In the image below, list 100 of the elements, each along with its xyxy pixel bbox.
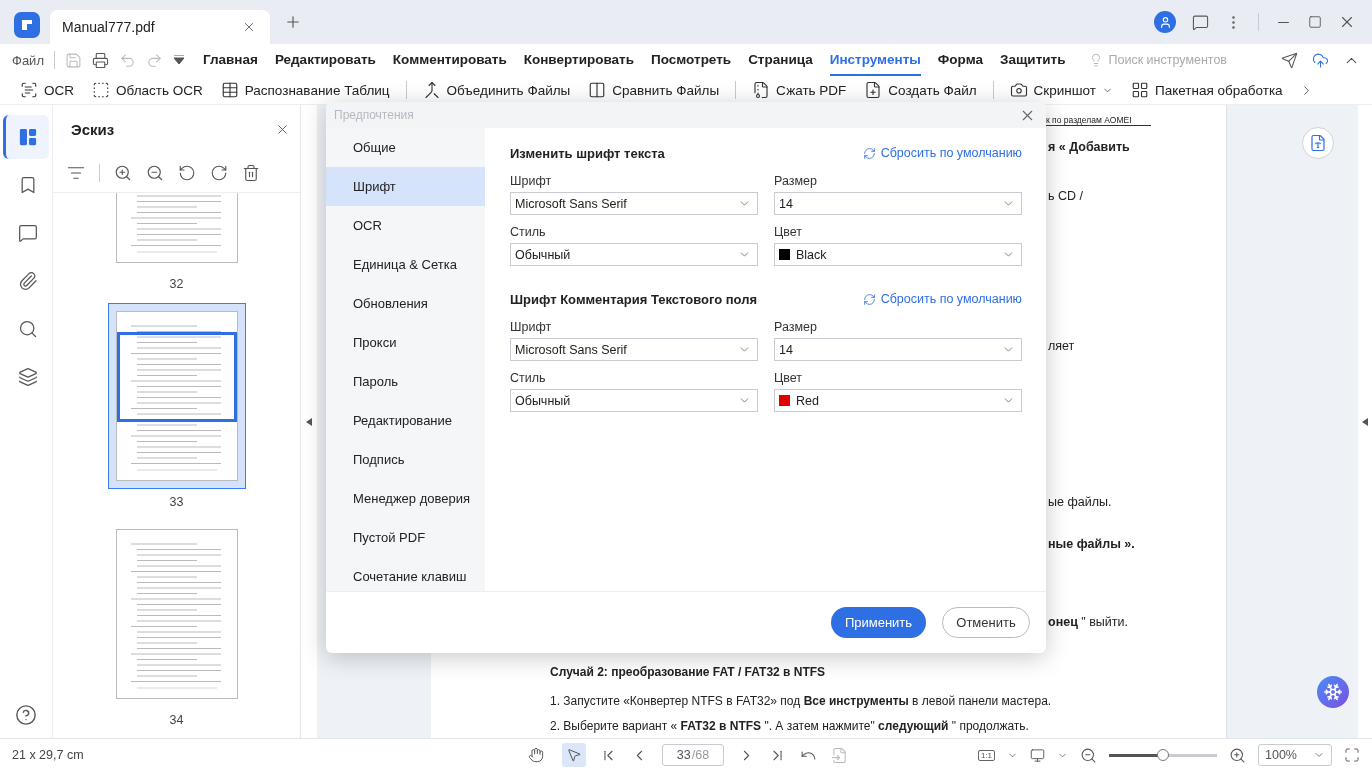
dropdown-icon[interactable] xyxy=(172,55,185,65)
collapse-arrow-icon[interactable] xyxy=(306,417,312,426)
field-label: Размер xyxy=(774,320,818,334)
app-logo xyxy=(14,12,40,38)
apply-button[interactable]: Применить xyxy=(831,607,926,638)
tab-title: Manual777.pdf xyxy=(62,19,155,35)
document-text: ляет xyxy=(1048,339,1075,355)
settings-nav-item[interactable]: Прокси xyxy=(326,323,485,362)
snowflake-icon xyxy=(1322,682,1343,702)
file-archive-icon xyxy=(752,81,771,99)
field-label: Цвет xyxy=(774,225,803,239)
settings-nav-item[interactable]: Шрифт xyxy=(326,167,485,206)
upload-icon[interactable] xyxy=(1312,51,1329,69)
document-text: 1. Запустите «Конвертер NTFS в FAT32» под Все инструменты в левой панели мастера. xyxy=(550,694,1052,710)
grid-icon xyxy=(1131,81,1149,99)
reset-icon xyxy=(862,292,876,306)
hand-icon xyxy=(528,747,544,763)
tool-button[interactable]: Создать Файл xyxy=(864,81,977,99)
search-icon xyxy=(17,319,38,339)
dropdown-field[interactable]: Обычный xyxy=(510,243,758,266)
thumbnail-frame[interactable] xyxy=(107,303,246,489)
settings-nav-item[interactable]: Обновления xyxy=(326,284,485,323)
page-field[interactable]: 33/68 xyxy=(662,744,724,766)
menu-tab[interactable]: Форма xyxy=(937,44,983,76)
settings-nav-item[interactable]: Пароль xyxy=(326,362,485,401)
settings-nav-item[interactable]: Единица & Сетка xyxy=(326,245,485,284)
fit-button[interactable]: 1:1 xyxy=(977,749,995,761)
settings-nav-item[interactable]: Подпись xyxy=(326,440,485,479)
close-icon[interactable] xyxy=(242,20,256,34)
chat-icon[interactable] xyxy=(1192,13,1209,31)
page-number: 32 xyxy=(169,277,184,291)
tool-button[interactable]: Сравнить Файлы xyxy=(588,81,720,99)
dropdown-field[interactable]: Black xyxy=(774,243,1022,266)
expand-arrow-icon[interactable] xyxy=(1362,417,1368,426)
reset-link[interactable]: Сбросить по умолчанию xyxy=(862,146,1022,160)
rotate-left-icon[interactable] xyxy=(178,163,196,182)
delete-icon[interactable] xyxy=(242,163,260,182)
tool-button[interactable]: Распознавание Таблиц xyxy=(220,81,390,99)
zoom-in-icon[interactable] xyxy=(1229,746,1246,764)
menu-tab[interactable]: Комментировать xyxy=(392,44,507,76)
maximize-icon[interactable] xyxy=(1308,15,1322,29)
menu-tab[interactable]: Инструменты xyxy=(829,44,921,76)
settings-nav-item[interactable]: Пустой PDF xyxy=(326,518,485,557)
help-icon[interactable] xyxy=(15,704,37,726)
document-text: ные файлы ». xyxy=(1048,537,1135,553)
convert-word-button[interactable] xyxy=(1301,127,1334,159)
tool-button[interactable]: Сжать PDF xyxy=(752,81,847,99)
camera-icon xyxy=(1009,81,1028,99)
tool-button[interactable]: Область OCR xyxy=(92,81,203,99)
menu-tab[interactable]: Конвертировать xyxy=(523,44,634,76)
tool-button[interactable]: Пакетная обработка xyxy=(1131,81,1283,99)
view-icon[interactable] xyxy=(1030,747,1045,763)
tool-button[interactable]: Объединить Файлы xyxy=(422,81,571,99)
sidebar-button[interactable] xyxy=(3,115,49,159)
rotate-right-icon[interactable] xyxy=(210,163,228,182)
reset-link[interactable]: Сбросить по умолчанию xyxy=(862,292,1022,306)
document-text: ь CD / xyxy=(1048,189,1083,205)
dropdown-field[interactable]: 14 xyxy=(774,192,1022,215)
document-text: онец " выйти. xyxy=(1048,615,1128,631)
pointer-icon xyxy=(566,747,582,763)
slider-thumb[interactable] xyxy=(1157,748,1169,761)
compare-icon xyxy=(588,81,607,99)
dropdown-field[interactable]: Обычный xyxy=(510,389,758,412)
settings-nav-item[interactable]: Менеджер доверия xyxy=(326,479,485,518)
dropdown-field[interactable]: 14 xyxy=(774,338,1022,361)
zoom-out-icon[interactable] xyxy=(1080,746,1097,764)
settings-nav-item[interactable]: Сочетание клавиш xyxy=(326,557,485,591)
tool-button[interactable]: OCR xyxy=(20,81,74,99)
cancel-button[interactable]: Отменить xyxy=(942,607,1030,638)
settings-nav-item[interactable]: Общие xyxy=(326,128,485,167)
comment-icon xyxy=(17,223,38,243)
dropdown-field[interactable]: Microsoft Sans Serif xyxy=(510,192,758,215)
menu-tab[interactable]: Посмотреть xyxy=(651,44,732,76)
file-menu[interactable]: Файл xyxy=(12,52,44,68)
zoom-select[interactable]: 100% xyxy=(1258,744,1332,766)
area-text-icon xyxy=(92,81,110,99)
settings-nav-item[interactable]: Редактирование xyxy=(326,401,485,440)
assistant-button[interactable] xyxy=(1316,676,1349,708)
menu-tab[interactable]: Главная xyxy=(202,44,258,76)
avatar-icon[interactable] xyxy=(1154,11,1176,33)
field-label: Шрифт xyxy=(510,174,553,188)
menu-tab[interactable]: Страница xyxy=(748,44,813,76)
attachment-icon xyxy=(17,271,38,291)
menu-tab[interactable]: Защитить xyxy=(1000,44,1066,76)
layers-icon xyxy=(17,367,38,387)
page-number: 33 xyxy=(169,495,184,509)
tool-button[interactable]: Скриншот xyxy=(1009,81,1113,99)
zoom-out-icon[interactable] xyxy=(146,163,164,182)
page-number: 34 xyxy=(169,713,184,727)
settings-nav-item[interactable]: OCR xyxy=(326,206,485,245)
dropdown-field[interactable]: Microsoft Sans Serif xyxy=(510,338,758,361)
zoom-in-icon[interactable] xyxy=(114,163,132,182)
select-tool[interactable] xyxy=(562,743,586,767)
send-icon[interactable] xyxy=(1281,51,1298,69)
document-tab[interactable]: Manual777.pdf xyxy=(50,10,270,44)
print-icon[interactable] xyxy=(91,51,109,69)
menu-tab[interactable]: Редактировать xyxy=(274,44,376,76)
field-label: Стиль xyxy=(510,225,547,239)
section-title: Изменить шрифт текста xyxy=(510,145,665,161)
dropdown-field[interactable]: Red xyxy=(774,389,1022,412)
